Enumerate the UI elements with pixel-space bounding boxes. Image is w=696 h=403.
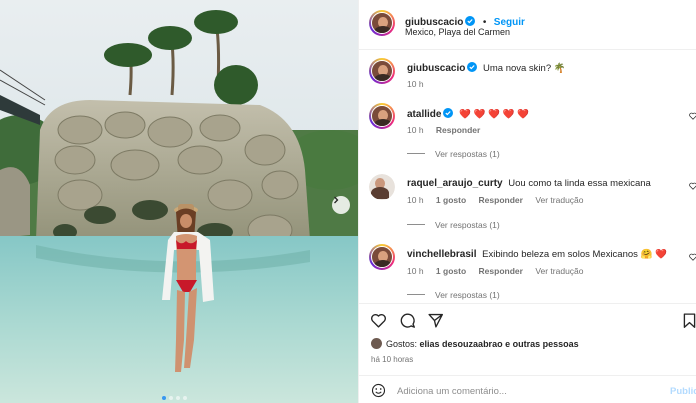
reply-button[interactable]: Responder [479,195,523,205]
caption-avatar[interactable] [369,58,395,84]
comment-text: Uou como ta linda essa mexicana [508,178,651,189]
comment-username[interactable]: vinchellebrasil [407,249,476,260]
author-avatar[interactable] [369,10,395,36]
post-photo[interactable] [0,0,358,403]
comment-text: ❤️ ❤️ ❤️ ❤️ ❤️ [459,109,529,120]
post-details-panel: giubuscacio • Seguir Mexico, Playa del C… [358,0,696,403]
chevron-right-icon [334,196,339,204]
comment-time: 10 h [407,195,424,205]
comment-time: 10 h [407,125,424,135]
reply-button[interactable]: Responder [436,125,480,135]
post-time: há 10 horas [371,355,414,364]
comment-username[interactable]: atallide [407,109,441,120]
commenter-avatar[interactable] [369,174,395,200]
verified-icon [465,16,476,26]
carousel-dot [169,396,173,400]
emoji-icon[interactable] [371,383,386,398]
caption-time: 10 h [407,79,424,89]
comment-likes[interactable]: 1 gosto [436,195,466,205]
comment-time: 10 h [407,266,424,276]
heart-icon[interactable] [689,112,696,120]
liker-avatar[interactable] [371,338,382,349]
share-icon[interactable] [427,312,444,329]
comment-icon[interactable] [399,312,416,329]
likes-prefix: Gostos: [386,339,418,349]
translate-button[interactable]: Ver tradução [535,195,583,205]
post-header: giubuscacio • Seguir Mexico, Playa del C… [359,0,696,50]
verified-icon [443,108,454,118]
post-actions [359,303,696,333]
carousel-dot [183,396,187,400]
carousel-indicator [162,396,187,400]
caption-text: Uma nova skin? 🌴 [483,63,566,74]
heart-icon[interactable] [689,182,696,190]
likes-summary: Gostos: elias desouzaabrao e outras pess… [371,338,579,352]
comment-item: raquel_araujo_curty Uou como ta linda es… [359,171,696,235]
carousel-dot [162,396,166,400]
comment-text: Exibindo beleza em solos Mexicanos 🤗 ❤️ [482,249,667,260]
like-heart-icon[interactable] [370,312,387,329]
view-replies-button[interactable]: Ver respostas (1) [407,290,500,300]
heart-icon[interactable] [689,253,696,261]
commenter-avatar[interactable] [369,103,395,129]
post-caption: giubuscacio Uma nova skin? 🌴 10 h [359,56,696,96]
publish-button[interactable]: Publica [670,386,696,397]
liker-username[interactable]: elias desouzaabrao [420,339,503,349]
translate-button[interactable]: Ver tradução [535,266,583,276]
comment-input[interactable] [397,384,647,398]
comment-username[interactable]: raquel_araujo_curty [407,178,503,189]
likes-others[interactable]: e outras pessoas [505,339,579,349]
caption-username[interactable]: giubuscacio [407,63,465,74]
comment-likes[interactable]: 1 gosto [436,266,466,276]
view-replies-button[interactable]: Ver respostas (1) [407,220,500,230]
carousel-next-button[interactable] [332,196,350,214]
view-replies-label: Ver respostas (1) [435,290,500,300]
comment-item: atallide ❤️ ❤️ ❤️ ❤️ ❤️ 10 h Responder V… [359,100,696,164]
view-replies-label: Ver respostas (1) [435,220,500,230]
post-location[interactable]: Mexico, Playa del Carmen [405,27,510,37]
photo-scene [0,0,358,403]
reply-button[interactable]: Responder [479,266,523,276]
comment-item: vinchellebrasil Exibindo beleza em solos… [359,241,696,305]
bookmark-icon[interactable] [681,312,696,329]
view-replies-label: Ver respostas (1) [435,149,500,159]
commenter-avatar[interactable] [369,244,395,270]
view-replies-button[interactable]: Ver respostas (1) [407,149,500,159]
carousel-dot [176,396,180,400]
add-comment-bar: Publica [359,375,696,403]
verified-icon [467,62,478,72]
